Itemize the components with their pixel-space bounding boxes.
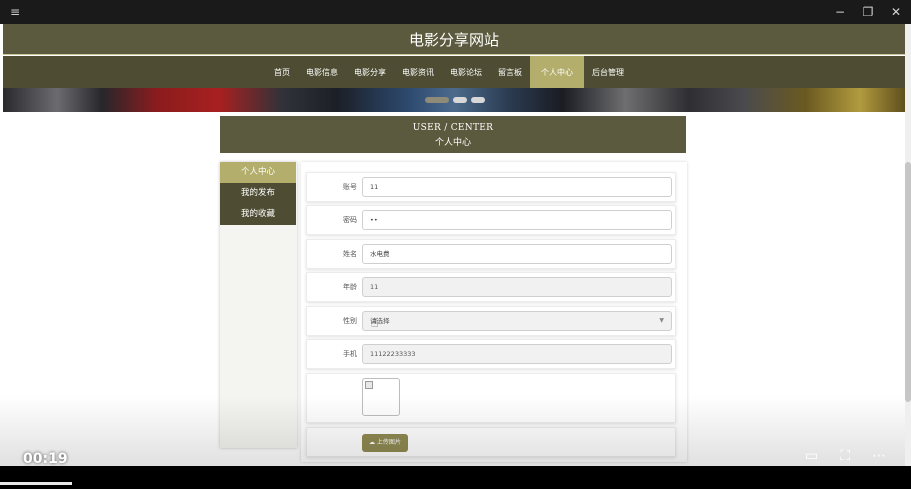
video-progress-bar[interactable] bbox=[0, 482, 72, 485]
miniplayer-icon[interactable]: ▭ bbox=[805, 448, 818, 464]
account-row: 账号 11 bbox=[306, 172, 676, 202]
minimize-icon[interactable]: − bbox=[833, 3, 847, 21]
nav-item-movie-forum[interactable]: 电影论坛 bbox=[442, 56, 490, 88]
age-label: 年龄 bbox=[343, 283, 357, 291]
restore-icon[interactable]: ❐ bbox=[861, 3, 875, 21]
upload-button-label: 上传图片 bbox=[376, 439, 401, 446]
phone-label: 手机 bbox=[343, 350, 357, 358]
broken-image-icon bbox=[365, 381, 373, 389]
phone-input[interactable]: 11122233333 bbox=[362, 344, 672, 364]
phone-row: 手机 11122233333 bbox=[306, 339, 676, 369]
nav-item-message-board[interactable]: 留言板 bbox=[490, 56, 530, 88]
nav-item-home[interactable]: 首页 bbox=[266, 56, 298, 88]
side-menu: 个人中心 我的发布 我的收藏 bbox=[220, 162, 296, 225]
account-input[interactable]: 11 bbox=[362, 177, 672, 197]
side-item-my-favorites[interactable]: 我的收藏 bbox=[220, 204, 296, 225]
site-header: 电影分享网站 bbox=[3, 24, 905, 55]
account-label: 账号 bbox=[343, 183, 357, 191]
name-label: 姓名 bbox=[343, 250, 357, 258]
gender-row: 性别 请选择 ▼ bbox=[306, 306, 676, 336]
banner-dot[interactable] bbox=[471, 97, 485, 103]
cloud-upload-icon: ☁ bbox=[369, 439, 375, 446]
video-timestamp: 00:19 bbox=[23, 451, 68, 467]
banner-pagination bbox=[425, 97, 485, 103]
close-icon[interactable]: ✕ bbox=[889, 3, 903, 21]
movie-banner-image bbox=[3, 88, 905, 112]
banner-dot-active[interactable] bbox=[453, 97, 467, 103]
side-item-my-posts[interactable]: 我的发布 bbox=[220, 183, 296, 204]
nav-item-movie-info[interactable]: 电影信息 bbox=[298, 56, 346, 88]
upload-image-button[interactable]: ☁ 上传图片 bbox=[362, 434, 408, 452]
main-nav: 首页 电影信息 电影分享 电影资讯 电影论坛 留言板 个人中心 后台管理 bbox=[266, 56, 632, 88]
window-titlebar: ≡ − ❐ ✕ bbox=[0, 0, 911, 24]
side-item-user-center[interactable]: 个人中心 bbox=[220, 162, 296, 183]
age-input[interactable]: 11 bbox=[362, 277, 672, 297]
age-row: 年龄 11 bbox=[306, 272, 676, 302]
nav-item-movie-news[interactable]: 电影资讯 bbox=[394, 56, 442, 88]
main-nav-bar: 首页 电影信息 电影分享 电影资讯 电影论坛 留言板 个人中心 后台管理 bbox=[3, 56, 905, 88]
chevron-down-icon: ▼ bbox=[659, 317, 664, 324]
name-input[interactable]: 水电费 bbox=[362, 244, 672, 264]
video-bottom-bar bbox=[0, 466, 911, 489]
name-row: 姓名 水电费 bbox=[306, 239, 676, 269]
more-options-icon[interactable]: ⋯ bbox=[872, 448, 886, 464]
avatar-preview[interactable] bbox=[362, 378, 400, 416]
user-center-heading: USER / CENTER 个人中心 bbox=[220, 116, 686, 153]
gender-label: 性别 bbox=[343, 317, 357, 325]
password-row: 密码 •• bbox=[306, 205, 676, 235]
hamburger-menu-icon[interactable]: ≡ bbox=[10, 4, 20, 20]
profile-form: 账号 11 密码 •• 姓名 水电费 年龄 11 性别 请选择 ▼ 手机 111… bbox=[301, 162, 687, 462]
site-title: 电影分享网站 bbox=[408, 31, 499, 49]
video-controls: ▭ ⛶ ⋯ bbox=[805, 448, 886, 464]
user-center-title-cn: 个人中心 bbox=[434, 138, 471, 148]
gender-select[interactable]: 请选择 ▼ bbox=[362, 311, 672, 331]
scrollbar-thumb[interactable] bbox=[905, 162, 911, 402]
user-center-title-en: USER / CENTER bbox=[412, 123, 494, 133]
password-input[interactable]: •• bbox=[362, 210, 672, 230]
page-scrollbar[interactable] bbox=[905, 24, 911, 466]
upload-row: ☁ 上传图片 bbox=[306, 427, 676, 457]
password-label: 密码 bbox=[343, 216, 357, 224]
window-controls: − ❐ ✕ bbox=[833, 3, 903, 21]
nav-item-user-center[interactable]: 个人中心 bbox=[530, 56, 584, 88]
nav-item-admin[interactable]: 后台管理 bbox=[584, 56, 632, 88]
fullscreen-icon[interactable]: ⛶ bbox=[840, 448, 850, 464]
nav-item-movie-share[interactable]: 电影分享 bbox=[346, 56, 394, 88]
mouse-cursor-icon: ☝ bbox=[371, 316, 379, 330]
banner-dot[interactable] bbox=[425, 97, 449, 103]
side-panel: 个人中心 我的发布 我的收藏 bbox=[220, 162, 297, 448]
avatar-row bbox=[306, 373, 676, 423]
